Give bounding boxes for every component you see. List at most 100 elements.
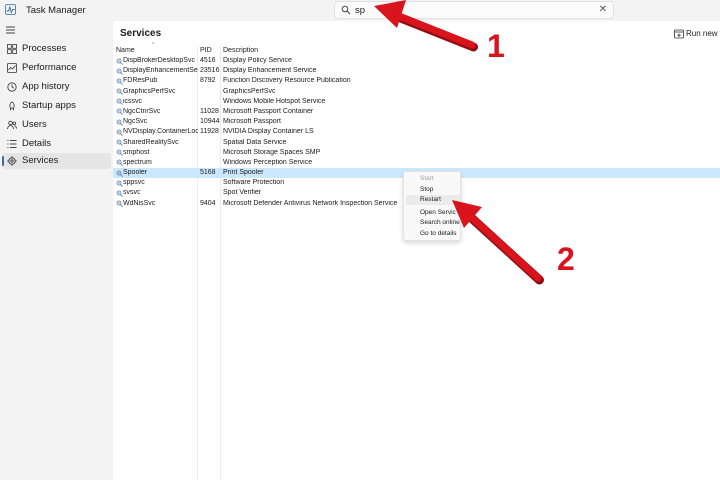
service-gear-icon: [116, 149, 123, 157]
column-header-pid[interactable]: PID: [200, 47, 212, 54]
run-new-task-icon: [674, 29, 684, 39]
service-description-cell: GraphicsPerfSvc: [223, 87, 276, 95]
service-description-cell: Microsoft Storage Spaces SMP: [223, 148, 321, 156]
sidebar-item-processes[interactable]: Processes: [2, 41, 111, 57]
context-menu: Start Stop Restart Open Servic Search online…: [403, 171, 461, 241]
sidebar-item-services[interactable]: Services: [2, 153, 111, 169]
sidebar-item-performance[interactable]: Performance: [2, 60, 111, 76]
service-description-cell: Print Spooler: [223, 169, 264, 177]
menu-item-label: Open Servic: [420, 209, 456, 216]
service-gear-icon: [116, 78, 123, 85]
menu-item-label: Go to details: [420, 230, 457, 237]
search-value: sp: [355, 5, 366, 16]
service-name-cell: smphost: [123, 148, 150, 156]
active-indicator: [2, 156, 4, 166]
table-row[interactable]: NgcSvc 10944 Microsoft Passport: [113, 117, 720, 127]
annotation-number-1: 1: [487, 28, 505, 64]
service-pid-cell: 11028: [200, 107, 219, 115]
service-description-cell: Microsoft Passport: [223, 118, 281, 126]
service-pid-cell: 8792: [200, 77, 216, 85]
context-menu-item-open-servic[interactable]: Open Servic: [406, 208, 460, 218]
table-row[interactable]: GraphicsPerfSvc GraphicsPerfSvc: [113, 87, 720, 97]
menu-item-label: Restart: [420, 196, 441, 203]
service-description-cell: Microsoft Passport Container: [223, 107, 314, 115]
sidebar-item-users[interactable]: Users: [2, 117, 111, 133]
service-name-cell: spectrum: [123, 158, 152, 166]
service-gear-icon: [116, 58, 123, 65]
service-pid-cell: 9404: [200, 199, 216, 207]
run-new-task-label: Run new t: [686, 29, 720, 38]
service-gear-icon: [116, 190, 123, 197]
service-gear-icon: [116, 129, 123, 136]
table-row[interactable]: icssvc Windows Mobile Hotspot Service: [113, 97, 720, 107]
title-bar: Task Manager sp ✕: [0, 0, 720, 21]
service-pid-cell: 5168: [200, 169, 216, 177]
sidebar-item-details[interactable]: Details: [2, 136, 111, 152]
processes-icon: [7, 44, 17, 54]
table-row[interactable]: SharedRealitySvc Spatial Data Service: [113, 138, 720, 148]
table-row[interactable]: FDResPub 8792 Function Discovery Resource …: [113, 76, 720, 86]
context-menu-item-stop[interactable]: Stop: [406, 185, 460, 195]
service-pid-cell: 10944: [200, 118, 220, 126]
table-row[interactable]: NgcCtnrSvc 11028 Microsoft Passport Contai…: [113, 107, 720, 117]
service-pid-cell: 11928: [200, 128, 219, 136]
services-icon: [7, 156, 17, 166]
service-pid-cell: 23516: [200, 67, 220, 75]
search-icon: [341, 5, 351, 15]
table-row[interactable]: smphost Microsoft Storage Spaces SMP: [113, 148, 720, 158]
users-icon: [7, 120, 17, 130]
service-description-cell: Display Policy Service: [223, 57, 292, 64]
context-menu-item-go-to-details[interactable]: Go to details: [406, 229, 460, 239]
service-description-cell: Spatial Data Service: [223, 138, 287, 146]
service-gear-icon: [116, 139, 123, 146]
sort-up-icon: ^: [152, 42, 155, 48]
hamburger-menu-icon[interactable]: [6, 26, 15, 34]
sidebar: Processes Performance App history Startu…: [0, 21, 113, 480]
service-name-cell: GraphicsPerfSvc: [123, 87, 176, 95]
service-name-cell: WdNisSvc: [123, 199, 156, 207]
table-row[interactable]: DisplayEnhancementSer... 23516 Display Enh…: [113, 66, 720, 76]
menu-item-label: Search online: [420, 219, 460, 226]
context-menu-item-restart[interactable]: Restart: [406, 195, 460, 205]
service-gear-icon: [116, 68, 123, 75]
service-name-cell: FDResPub: [123, 77, 158, 85]
search-input[interactable]: sp ✕: [334, 1, 614, 19]
startup-apps-icon: [9, 101, 15, 111]
service-gear-icon: [116, 180, 123, 187]
annotation-number-2: 2: [557, 241, 575, 277]
sidebar-item-app-history[interactable]: App history: [2, 79, 111, 95]
service-name-cell: NgcSvc: [123, 118, 148, 126]
service-pid-cell: 4516: [200, 57, 216, 64]
sidebar-item-startup-apps[interactable]: Startup apps: [2, 98, 111, 114]
service-name-cell: NgcCtnrSvc: [123, 107, 161, 115]
column-header-description[interactable]: Description: [223, 47, 258, 54]
service-gear-icon: [116, 159, 123, 167]
context-menu-item-search-online[interactable]: Search online: [406, 218, 460, 228]
service-description-cell: NVIDIA Display Container LS: [223, 128, 314, 136]
window-title: Task Manager: [26, 5, 86, 16]
service-description-cell: Display Enhancement Service: [223, 67, 317, 75]
service-gear-icon: [116, 88, 123, 95]
sidebar-item-label: Performance: [22, 62, 77, 73]
table-row[interactable]: DispBrokerDesktopSvc 4516 Display Policy S…: [113, 56, 720, 66]
column-header-name[interactable]: Name: [116, 47, 135, 54]
details-icon: [7, 140, 17, 148]
service-name-cell: sppsvc: [123, 179, 145, 187]
service-name-cell: DisplayEnhancementSer...: [123, 67, 198, 75]
menu-item-label: Start: [420, 175, 434, 182]
service-name-cell: NVDisplay.ContainerLoc...: [123, 128, 198, 136]
table-row[interactable]: NVDisplay.ContainerLoc... 11928 NVIDIA Dis…: [113, 127, 720, 137]
sidebar-item-label: App history: [22, 81, 70, 92]
close-icon[interactable]: ✕: [599, 4, 607, 16]
page-title: Services: [120, 28, 162, 39]
service-name-cell: SharedRealitySvc: [123, 138, 179, 146]
table-row[interactable]: spectrum Windows Perception Service: [113, 158, 720, 168]
service-gear-icon: [116, 170, 123, 177]
performance-icon: [7, 63, 17, 73]
app-history-icon: [7, 82, 17, 92]
run-new-task-button[interactable]: Run new t: [674, 28, 720, 40]
service-name-cell: Spooler: [123, 169, 148, 177]
service-description-cell: Microsoft Defender Antivirus Network Ins…: [223, 199, 398, 207]
menu-item-label: Stop: [420, 186, 434, 193]
sidebar-item-label: Processes: [22, 43, 67, 54]
